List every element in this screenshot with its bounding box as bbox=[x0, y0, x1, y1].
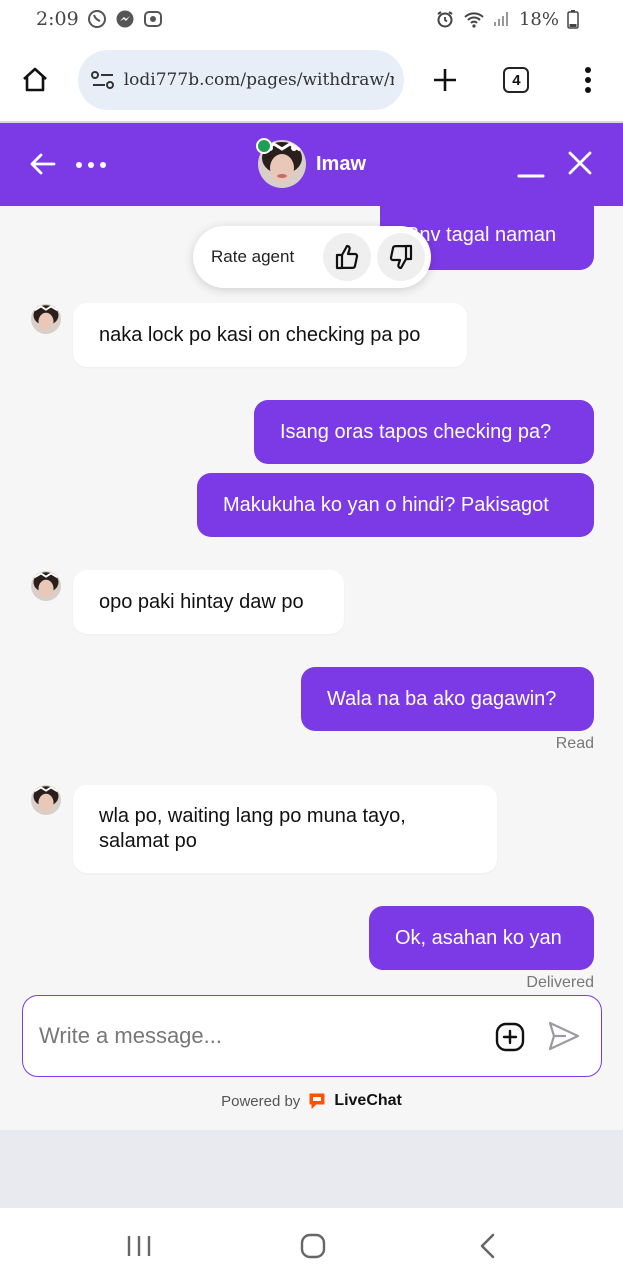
close-icon[interactable] bbox=[566, 149, 594, 177]
site-settings-icon[interactable] bbox=[90, 69, 116, 91]
url-text[interactable]: lodi777b.com/pages/withdraw/recor bbox=[124, 70, 394, 90]
minimize-icon[interactable] bbox=[516, 153, 546, 183]
screen-record-icon bbox=[143, 9, 163, 29]
message-input[interactable] bbox=[39, 1023, 479, 1049]
message-text: Wala na ba ako gagawin? bbox=[327, 687, 557, 710]
wifi-icon bbox=[463, 9, 484, 29]
status-bar: 2:09 18% bbox=[0, 0, 623, 38]
message-text: Bnv tagal naman bbox=[406, 223, 557, 246]
message-text: Ok, asahan ko yan bbox=[395, 926, 562, 949]
home-icon[interactable] bbox=[18, 58, 52, 102]
tab-count: 4 bbox=[503, 67, 530, 93]
signal-icon bbox=[491, 9, 511, 29]
agent-name: Imaw bbox=[316, 152, 367, 175]
messenger-icon bbox=[115, 9, 135, 29]
new-tab-plus-icon[interactable] bbox=[428, 58, 462, 102]
message-composer bbox=[22, 995, 602, 1077]
viber-icon bbox=[87, 9, 107, 29]
add-attachment-icon[interactable] bbox=[495, 1022, 525, 1052]
rate-agent-popup: Rate agent bbox=[193, 226, 431, 288]
message-visitor: Ok, asahan ko yan bbox=[369, 906, 594, 970]
message-status: Read bbox=[555, 735, 594, 752]
back-arrow-icon[interactable] bbox=[28, 149, 58, 179]
online-indicator bbox=[256, 138, 272, 154]
message-text: wla po, waiting lang po muna tayo, salam… bbox=[99, 805, 406, 852]
address-bar[interactable]: lodi777b.com/pages/withdraw/recor bbox=[77, 50, 404, 110]
battery-icon bbox=[567, 9, 587, 29]
back-icon[interactable] bbox=[468, 1226, 508, 1266]
chat-messages[interactable]: Bnv tagal naman Rate agent naka lock po … bbox=[0, 206, 623, 1130]
message-agent: wla po, waiting lang po muna tayo, salam… bbox=[73, 785, 497, 873]
powered-by-label: Powered by bbox=[221, 1092, 301, 1110]
message-text: Makukuha ko yan o hindi? Pakisagot bbox=[223, 493, 549, 516]
browser-toolbar: lodi777b.com/pages/withdraw/recor 4 bbox=[0, 40, 623, 120]
message-visitor: Wala na ba ako gagawin? bbox=[301, 667, 594, 731]
message-text: Isang oras tapos checking pa? bbox=[280, 420, 552, 443]
livechat-brand[interactable]: LiveChat bbox=[334, 1092, 402, 1110]
status-time: 2:09 bbox=[36, 8, 79, 30]
message-text: opo paki hintay daw po bbox=[99, 590, 304, 613]
rate-agent-label: Rate agent bbox=[211, 247, 295, 266]
livechat-logo-icon bbox=[308, 1092, 326, 1110]
page-background bbox=[0, 1130, 623, 1208]
tabs-icon[interactable]: 4 bbox=[500, 58, 534, 102]
powered-by-footer: Powered by LiveChat bbox=[0, 1092, 623, 1110]
message-agent: opo paki hintay daw po bbox=[73, 570, 344, 634]
agent-avatar-small bbox=[31, 785, 61, 815]
android-nav-bar bbox=[0, 1208, 623, 1280]
alarm-icon bbox=[435, 9, 455, 29]
message-status: Delivered bbox=[526, 974, 594, 991]
battery-percent: 18% bbox=[518, 8, 559, 30]
agent-avatar-small bbox=[31, 571, 61, 601]
more-dots-icon[interactable] bbox=[76, 153, 110, 177]
status-bar-right: 18% bbox=[435, 9, 587, 30]
agent-avatar bbox=[256, 138, 306, 188]
chat-header: Imaw bbox=[0, 123, 623, 206]
overflow-menu-icon[interactable] bbox=[571, 58, 605, 102]
thumbs-down-icon[interactable] bbox=[377, 233, 425, 281]
home-button-icon[interactable] bbox=[293, 1226, 333, 1266]
send-icon[interactable] bbox=[547, 1020, 581, 1052]
thumbs-up-icon[interactable] bbox=[323, 233, 371, 281]
agent-info: Imaw bbox=[256, 138, 367, 188]
message-visitor: Makukuha ko yan o hindi? Pakisagot bbox=[197, 473, 594, 537]
message-text: naka lock po kasi on checking pa po bbox=[99, 323, 421, 346]
message-agent: naka lock po kasi on checking pa po bbox=[73, 303, 467, 367]
message-visitor: Isang oras tapos checking pa? bbox=[254, 400, 594, 464]
recent-apps-icon[interactable] bbox=[119, 1226, 159, 1266]
status-bar-left: 2:09 bbox=[36, 8, 163, 30]
agent-avatar-small bbox=[31, 304, 61, 334]
